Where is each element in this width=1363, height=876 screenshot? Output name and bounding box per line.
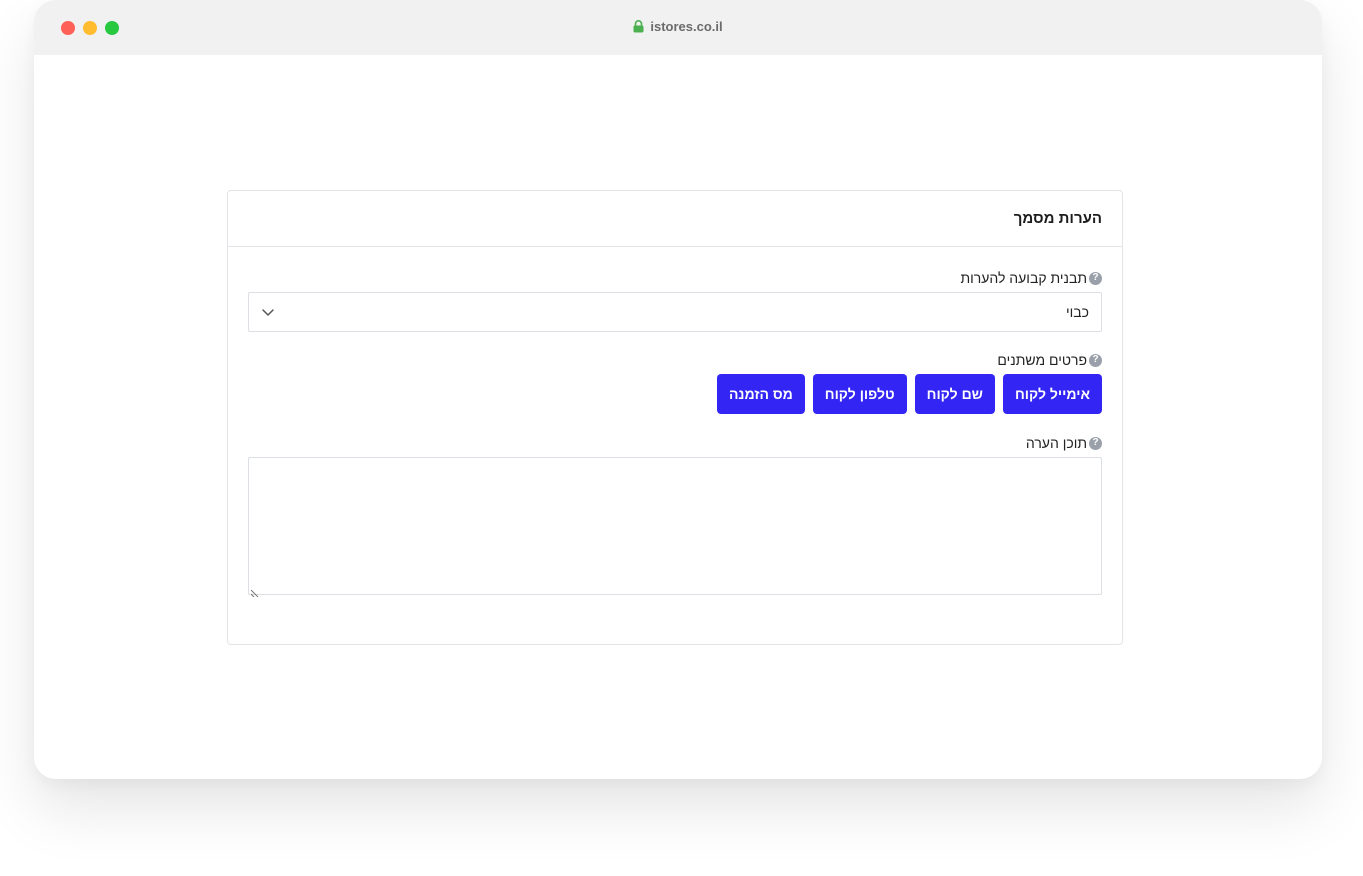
variables-label-text: פרטים משתנים — [997, 352, 1087, 368]
note-content-textarea[interactable] — [249, 458, 1101, 594]
customer-phone-button[interactable]: טלפון לקוח — [812, 374, 907, 414]
variables-field-label: ? פרטים משתנים — [248, 351, 1102, 369]
lock-icon — [633, 20, 644, 36]
note-content-textarea-box — [248, 457, 1102, 598]
content-field-label: ? תוכן הערה — [248, 434, 1102, 452]
document-notes-card: הערות מסמך ? תבנית קבועה להערות כבוי ? פ… — [227, 190, 1123, 645]
template-select[interactable]: כבוי — [248, 292, 1102, 332]
title-bar: istores.co.il — [34, 0, 1322, 55]
content-label-text: תוכן הערה — [1025, 435, 1087, 451]
card-title: הערות מסמך — [1013, 210, 1102, 227]
question-circle-icon[interactable]: ? — [1089, 353, 1102, 367]
chevron-down-icon — [261, 305, 275, 319]
card-header: הערות מסמך — [228, 191, 1122, 247]
question-circle-icon[interactable]: ? — [1089, 436, 1102, 450]
card-body: ? תבנית קבועה להערות כבוי ? פרטים משתנים… — [228, 247, 1122, 598]
template-label-text: תבנית קבועה להערות — [960, 270, 1087, 286]
resize-handle-icon[interactable] — [250, 584, 259, 598]
address-bar[interactable]: istores.co.il — [34, 19, 1322, 36]
url-text: istores.co.il — [650, 19, 723, 34]
template-field-label: ? תבנית קבועה להערות — [248, 269, 1102, 287]
customer-email-button[interactable]: אימייל לקוח — [1002, 374, 1102, 414]
variable-buttons-group: אימייל לקוח שם לקוח טלפון לקוח מס הזמנה — [248, 374, 1102, 414]
template-select-value: כבוי — [1066, 304, 1089, 320]
question-circle-icon[interactable]: ? — [1089, 271, 1102, 285]
order-number-button[interactable]: מס הזמנה — [716, 374, 805, 414]
customer-name-button[interactable]: שם לקוח — [914, 374, 995, 414]
browser-window: istores.co.il הערות מסמך ? תבנית קבועה ל… — [34, 0, 1322, 779]
